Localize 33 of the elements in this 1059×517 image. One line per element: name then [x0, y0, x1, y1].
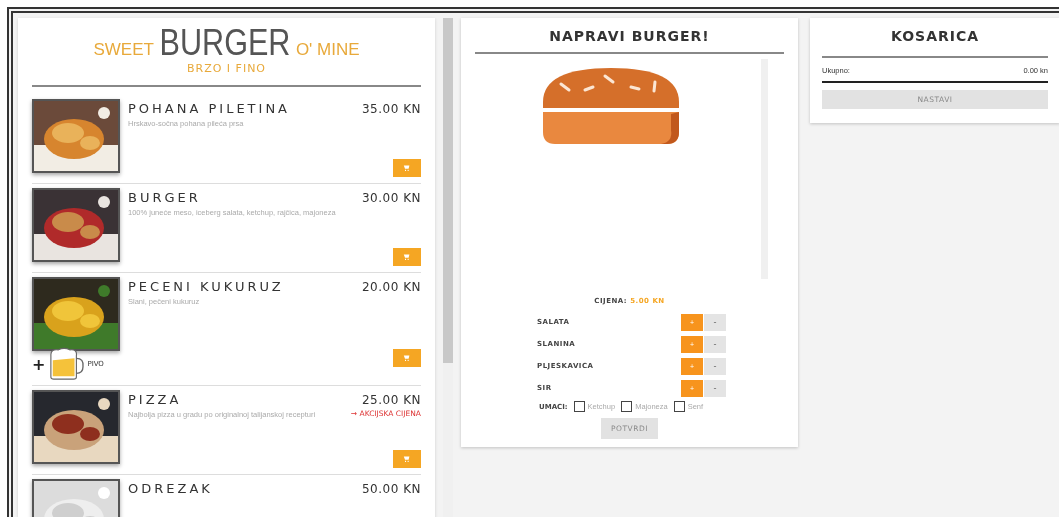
checkbox[interactable]: [573, 401, 585, 412]
add-to-cart-button[interactable]: [393, 159, 421, 177]
cart-icon: [403, 164, 411, 172]
add-to-cart-button[interactable]: [393, 248, 421, 266]
item-name: PIZZA: [128, 392, 182, 407]
logo-text: BURGER: [159, 22, 291, 64]
item-name: BURGER: [128, 190, 201, 205]
item-price: 50.00 KN: [362, 482, 421, 496]
item-price: 25.00 KN: [362, 393, 421, 407]
item-price: 20.00 KN: [362, 280, 421, 294]
checkbox[interactable]: [621, 401, 633, 412]
item-price: 35.00 KN: [362, 102, 421, 116]
remove-button[interactable]: -: [704, 335, 726, 353]
tagline: BRZO I FINO: [185, 62, 268, 75]
cart-icon: [403, 253, 411, 261]
item-name: PECENI KUKURUZ: [128, 279, 284, 294]
logo-text: O' MINE: [295, 40, 360, 60]
logo-text: SWEET: [93, 40, 154, 60]
item-name: ODREZAK: [128, 481, 213, 496]
beer-mug-icon: [47, 347, 86, 381]
remove-button[interactable]: -: [704, 357, 726, 375]
remove-button[interactable]: -: [704, 313, 726, 331]
plus-sign: +: [32, 354, 46, 374]
card-title: NAPRAVI BURGER!: [548, 27, 711, 44]
add-to-cart-button[interactable]: [393, 450, 421, 468]
item-name: POHANA PILETINA: [128, 101, 290, 116]
remove-button[interactable]: -: [704, 379, 726, 397]
checkbox[interactable]: [673, 401, 685, 412]
cart-icon: [403, 455, 411, 463]
item-price: 30.00 KN: [362, 191, 421, 205]
add-to-cart-button[interactable]: [393, 349, 421, 367]
card-title: KOSARICA: [889, 27, 981, 44]
cart-icon: [403, 354, 411, 362]
